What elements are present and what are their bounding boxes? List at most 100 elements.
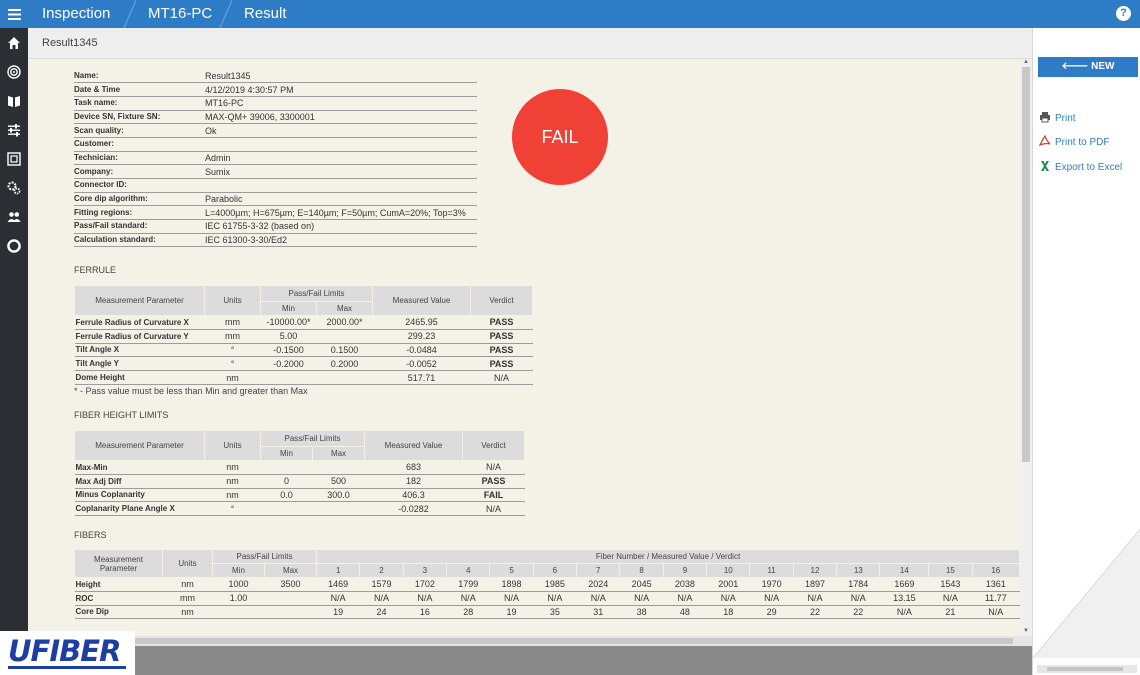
- fiber-height-title: FIBER HEIGHT LIMITS: [74, 410, 169, 420]
- info-value: IEC 61300-3-30/Ed2: [205, 233, 477, 248]
- scroll-up-icon[interactable]: ▲: [1023, 59, 1029, 65]
- new-measure-button[interactable]: 🡐 NEW MEASURE: [1038, 57, 1138, 92]
- min-cell: -10000.00*: [260, 315, 317, 330]
- horizontal-scrollbar[interactable]: [28, 636, 1032, 646]
- fiber-value: 29: [749, 605, 794, 620]
- table-row: ROC mm 1.00 N/A N/A N/A N/A N/A N/A N/A N/A N/A N/A N…: [74, 591, 1020, 606]
- fiber-value: N/A: [749, 591, 794, 606]
- fiber-value: 2001: [706, 577, 750, 592]
- gallery-icon[interactable]: [7, 152, 21, 166]
- column-header: Min: [212, 563, 265, 578]
- parameter-name: Ferrule Radius of Curvature Y: [74, 329, 205, 344]
- info-value: Ok: [205, 123, 477, 138]
- help-icon[interactable]: ?: [1116, 6, 1131, 21]
- info-key: Task name:: [74, 96, 205, 111]
- fiber-value: 1579: [359, 577, 404, 592]
- fiber-value: N/A: [316, 591, 360, 606]
- corner-decoration: [1033, 528, 1140, 658]
- fiber-number-header: 16: [971, 563, 1020, 578]
- fiber-number-header: 14: [879, 563, 930, 578]
- fiber-value: N/A: [576, 591, 620, 606]
- min-cell: [212, 605, 265, 620]
- verdict-cell: PASS: [470, 343, 533, 358]
- horizontal-scroll-thumb[interactable]: [38, 638, 1013, 644]
- measured-value: 182: [364, 474, 463, 489]
- min-cell: [260, 501, 313, 517]
- home-icon[interactable]: [7, 36, 21, 50]
- fiber-number-header: 6: [532, 563, 578, 578]
- units-cell: nm: [162, 577, 213, 592]
- min-cell: 1000: [212, 577, 265, 592]
- units-cell: nm: [204, 474, 261, 489]
- right-panel-scrollbar[interactable]: [1037, 665, 1137, 673]
- fiber-value: 1898: [489, 577, 534, 592]
- fiber-number-header: 9: [662, 563, 708, 578]
- fiber-value: 2038: [663, 577, 707, 592]
- menu-button[interactable]: [0, 0, 28, 28]
- units-cell: nm: [204, 488, 261, 503]
- info-value: [205, 178, 477, 193]
- column-header: Min: [260, 445, 313, 462]
- column-header: Pass/Fail Limits: [212, 549, 317, 564]
- column-header: Pass/Fail Limits: [260, 430, 365, 447]
- book-icon[interactable]: [7, 94, 21, 108]
- table-row: Core Dip nm 19 24 16 28 19 35 31 38 48 18 29 22 22 N/A 2…: [74, 605, 1020, 620]
- info-table: Name: Result1345 Date & Time 4/12/2019 4:30…: [74, 69, 477, 248]
- target-icon[interactable]: [7, 65, 21, 79]
- min-cell: [260, 460, 313, 475]
- max-cell: [264, 605, 317, 620]
- print-link[interactable]: Print: [1039, 111, 1076, 125]
- fiber-value: N/A: [619, 591, 664, 606]
- column-header: Verdict: [470, 285, 533, 316]
- fiber-value: 2045: [619, 577, 664, 592]
- min-cell: 5.00: [260, 329, 317, 344]
- parameter-name: Max-Min: [74, 460, 205, 475]
- units-cell: mm: [162, 591, 213, 606]
- table-row: Tilt Angle X ° -0.1500 0.1500 -0.0484 PASS: [74, 343, 533, 358]
- scroll-down-icon[interactable]: ▼: [1023, 628, 1029, 634]
- info-row: Calculation standard: IEC 61300-3-30/Ed2: [74, 233, 477, 248]
- units-cell: °: [204, 343, 261, 358]
- ferrule-table: Measurement Parameter Units Pass/Fail Li…: [74, 285, 533, 385]
- verdict-cell: PASS: [470, 315, 533, 330]
- users-icon[interactable]: [7, 210, 21, 224]
- vertical-scroll-thumb[interactable]: [1022, 67, 1030, 462]
- measured-value: -0.0484: [372, 343, 471, 358]
- fiber-value: 1970: [749, 577, 794, 592]
- info-value: Result1345: [205, 69, 477, 84]
- info-value: MAX-QM+ 39006, 3300001: [205, 110, 477, 125]
- result-header: Result1345: [28, 28, 1032, 59]
- info-key: Calculation standard:: [74, 233, 205, 248]
- vertical-scrollbar[interactable]: ▲ ▼: [1020, 59, 1032, 636]
- fiber-value: 22: [793, 605, 837, 620]
- parameter-name: Core Dip: [74, 605, 163, 620]
- fiber-value: 1799: [446, 577, 490, 592]
- min-cell: -0.2000: [260, 356, 317, 372]
- lifebuoy-icon[interactable]: [7, 239, 21, 253]
- sliders-icon[interactable]: [7, 123, 21, 137]
- fiber-value: N/A: [446, 591, 490, 606]
- units-cell: mm: [204, 315, 261, 330]
- print-pdf-label: Print to PDF: [1055, 137, 1110, 148]
- parameter-name: Tilt Angle Y: [74, 356, 205, 372]
- export-excel-link[interactable]: Export to Excel: [1039, 160, 1122, 174]
- verdict-cell: N/A: [462, 460, 525, 475]
- table-row: Height nm 1000 3500 1469 1579 1702 1799 1898 1985…: [74, 577, 1020, 592]
- column-header: Min: [260, 300, 317, 317]
- info-row: Fitting regions: L=4000µm; H=675µm; E=140…: [74, 205, 477, 221]
- fiber-value: N/A: [706, 591, 750, 606]
- right-panel-scroll-thumb[interactable]: [1047, 667, 1123, 671]
- max-cell: [312, 501, 365, 517]
- fibers-title: FIBERS: [74, 530, 107, 540]
- settings-icon[interactable]: [7, 181, 21, 195]
- breadcrumb-task[interactable]: MT16-PC: [148, 0, 212, 28]
- fiber-value: 13.15: [879, 591, 929, 606]
- column-header: Pass/Fail Limits: [260, 285, 373, 302]
- min-cell: -0.1500: [260, 343, 317, 358]
- fiber-number-header: 12: [792, 563, 838, 578]
- print-pdf-link[interactable]: Print to PDF: [1039, 135, 1109, 149]
- logo-underline: [8, 666, 126, 669]
- column-header: Measurement Parameter: [74, 430, 205, 461]
- column-header: Measured Value: [364, 430, 463, 461]
- breadcrumb-inspection[interactable]: Inspection: [42, 0, 110, 28]
